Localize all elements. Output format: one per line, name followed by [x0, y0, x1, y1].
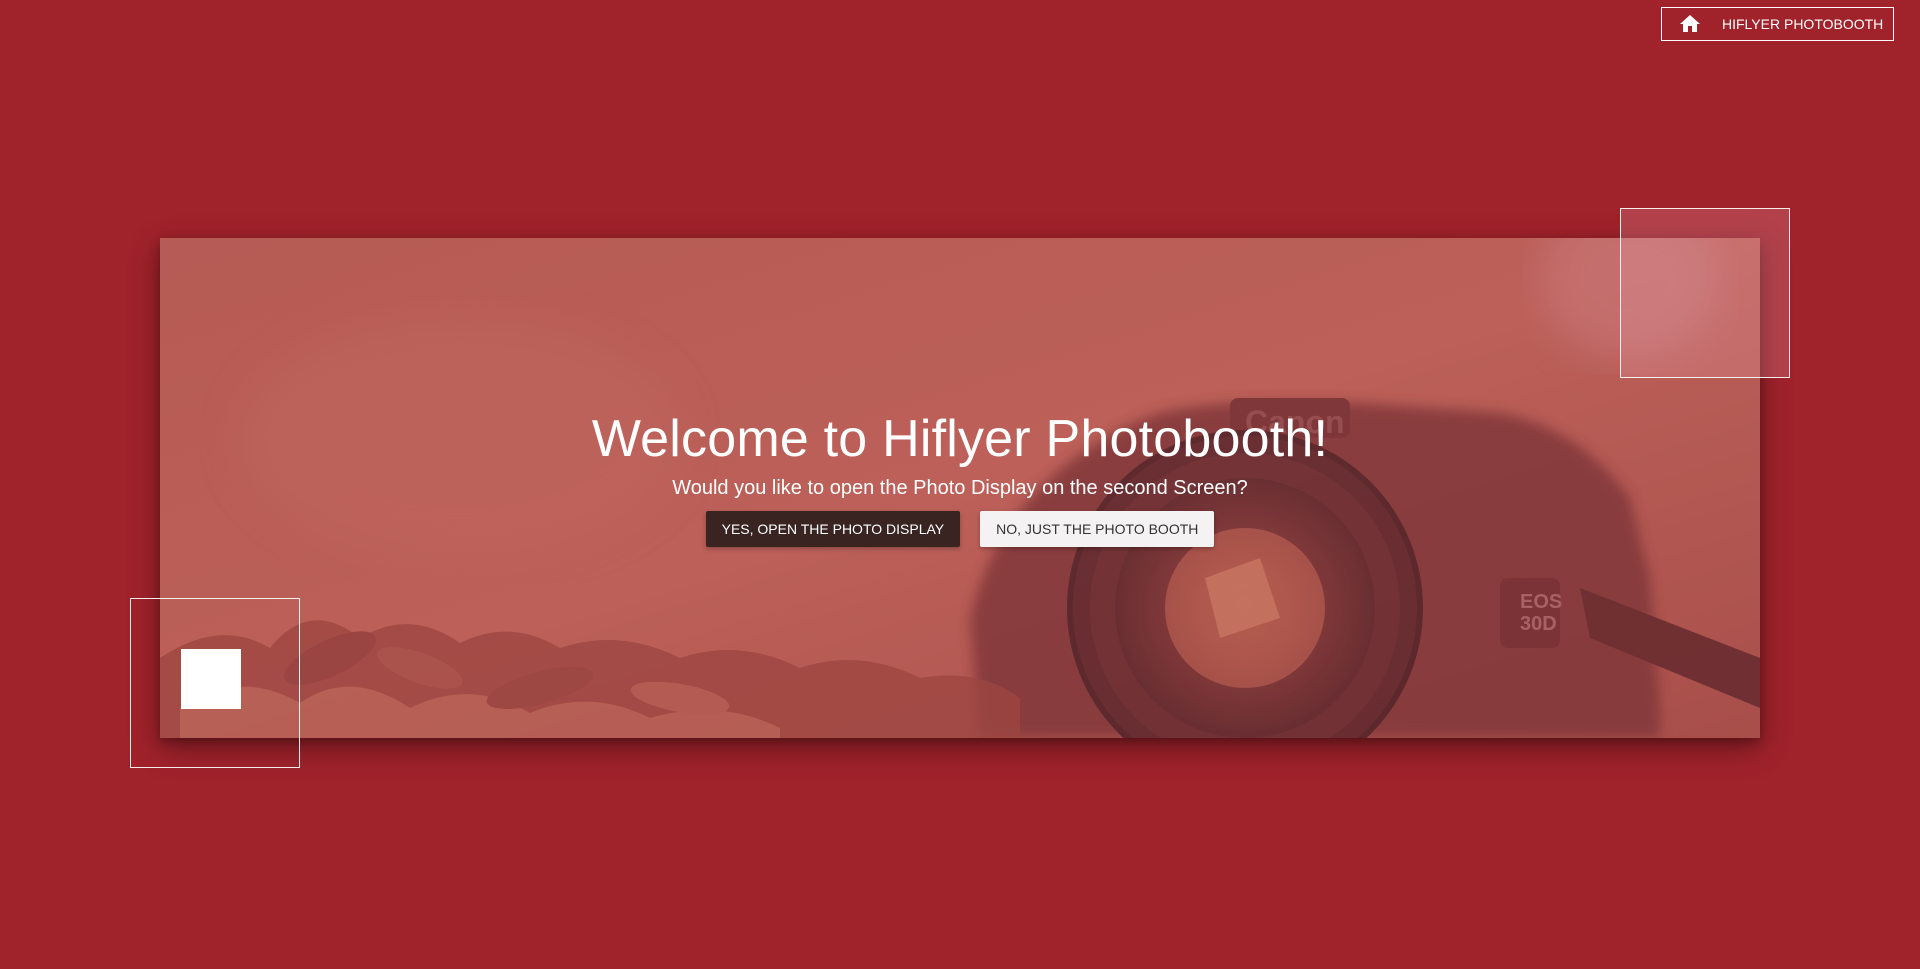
decorative-white-square	[181, 649, 241, 709]
home-button[interactable]: HIFLYER PHOTOBOOTH	[1661, 7, 1894, 41]
open-photo-display-button[interactable]: YES, OPEN THE PHOTO DISPLAY	[705, 511, 961, 547]
welcome-subtitle: Would you like to open the Photo Display…	[672, 477, 1248, 499]
home-icon	[1678, 12, 1702, 36]
hero-banner: Canon EOS 30D Welcome to Hiflyer Photobo…	[160, 238, 1760, 738]
home-button-label: HIFLYER PHOTOBOOTH	[1722, 16, 1884, 32]
welcome-title: Welcome to Hiflyer Photobooth!	[591, 410, 1329, 468]
decorative-frame-top-right	[1620, 208, 1790, 378]
action-buttons: YES, OPEN THE PHOTO DISPLAY NO, JUST THE…	[160, 511, 1760, 547]
hero-content: Welcome to Hiflyer Photobooth! Would you…	[160, 408, 1760, 547]
page: HIFLYER PHOTOBOOTH Canon EOS 30D Welcome…	[0, 0, 1920, 969]
photo-booth-only-button[interactable]: NO, JUST THE PHOTO BOOTH	[980, 511, 1215, 547]
